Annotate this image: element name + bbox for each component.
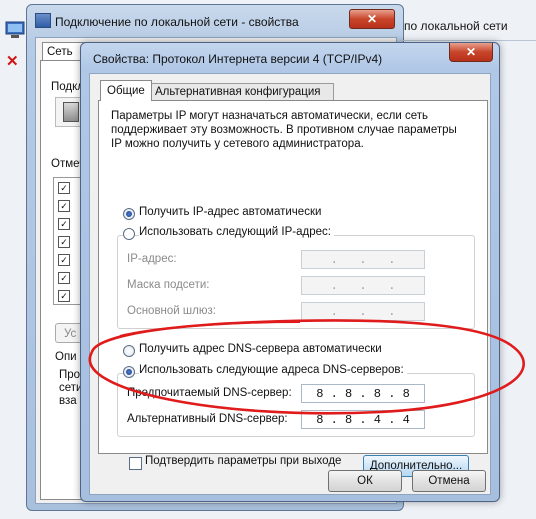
subnet-mask-label: Маска подсети:	[127, 279, 210, 291]
tab-general[interactable]: Общие	[100, 80, 152, 101]
dns-manual-label[interactable]: Использовать следующие адреса DNS-сервер…	[139, 364, 407, 376]
computer-icon	[5, 21, 25, 38]
description-label: Опи	[55, 351, 77, 363]
network-adapter-icon	[63, 102, 79, 122]
ip-address-label: IP-адрес:	[127, 253, 177, 265]
dns-manual-radio[interactable]	[123, 366, 135, 378]
dns-auto-radio[interactable]	[123, 345, 135, 357]
preferred-dns-field[interactable]: 8 . 8 . 8 . 8	[301, 384, 425, 403]
component-checkbox[interactable]: ✓	[58, 272, 70, 284]
ip-manual-label[interactable]: Использовать следующий IP-адрес:	[139, 226, 334, 238]
default-gateway-label: Основной шлюз:	[127, 305, 216, 317]
subnet-mask-field[interactable]: . . .	[301, 276, 425, 295]
preferred-dns-label: Предпочитаемый DNS-сервер:	[127, 387, 292, 399]
alternate-dns-label: Альтернативный DNS-сервер:	[127, 413, 288, 425]
network-connection-icon	[35, 13, 51, 28]
ip-address-field[interactable]: . . .	[301, 250, 425, 269]
default-gateway-field[interactable]: . . .	[301, 302, 425, 321]
disconnected-x-icon: ✕	[6, 53, 19, 70]
component-checkbox[interactable]: ✓	[58, 236, 70, 248]
confirm-label[interactable]: Подтвердить параметры при выходе	[145, 455, 341, 467]
component-checkbox[interactable]: ✓	[58, 200, 70, 212]
description-text: Про сети вза	[59, 369, 83, 407]
dialog-title: Свойства: Протокол Интернета версии 4 (T…	[93, 52, 383, 66]
component-checkbox[interactable]: ✓	[58, 290, 70, 302]
alternate-dns-field[interactable]: 8 . 8 . 4 . 4	[301, 410, 425, 429]
background-titlebar: Подключение по локальной сети - свойства…	[27, 5, 403, 35]
ip-auto-radio[interactable]	[123, 208, 135, 220]
ok-button[interactable]: ОК	[328, 470, 402, 492]
dialog-client-area: Общие Альтернативная конфигурация Параме…	[89, 73, 491, 495]
component-checkbox[interactable]: ✓	[58, 254, 70, 266]
confirm-checkbox[interactable]	[129, 457, 142, 470]
close-button[interactable]: ✕	[449, 43, 493, 62]
cancel-button[interactable]: Отмена	[412, 470, 486, 492]
dns-auto-label[interactable]: Получить адрес DNS-сервера автоматически	[139, 343, 382, 355]
component-checkbox[interactable]: ✓	[58, 182, 70, 194]
intro-text: Параметры IP могут назначаться автоматич…	[111, 110, 457, 150]
background-close-button[interactable]: ✕	[349, 9, 395, 29]
other-window-caption: по локальной сети	[404, 19, 508, 33]
ip-auto-label[interactable]: Получить IP-адрес автоматически	[139, 206, 321, 218]
component-checkbox[interactable]: ✓	[58, 218, 70, 230]
ip-manual-radio[interactable]	[123, 228, 135, 240]
divider	[400, 40, 536, 41]
tab-alternate-config[interactable]: Альтернативная конфигурация	[150, 83, 334, 101]
tcpip-properties-dialog: Свойства: Протокол Интернета версии 4 (T…	[80, 42, 500, 502]
background-window-title: Подключение по локальной сети - свойства	[55, 15, 299, 29]
general-tab-panel: Параметры IP могут назначаться автоматич…	[98, 100, 488, 477]
